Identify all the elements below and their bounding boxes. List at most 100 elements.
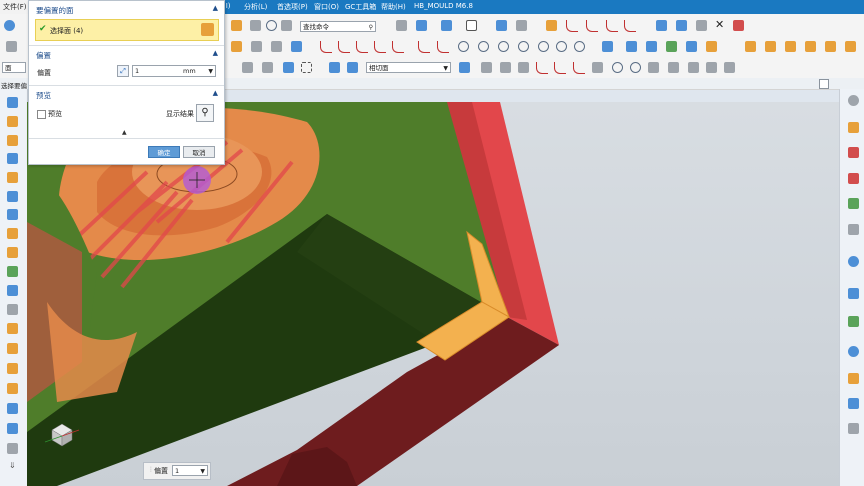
cancel-button[interactable]: 取消 [183,146,215,158]
surface-icon-1[interactable] [602,41,613,52]
mold-wizard-icon-7[interactable] [7,443,18,454]
circle-icon-5[interactable] [538,41,549,52]
layer-icon[interactable] [676,20,687,31]
type-filter-combo[interactable]: 面 [2,62,26,73]
hb-tool-icon-2[interactable] [848,147,859,158]
menu-file[interactable]: 文件(F) [0,0,30,14]
measure-icon[interactable] [656,20,667,31]
snap-icon[interactable] [231,20,242,31]
offset-value-field[interactable]: 1 mm ▼ [132,65,216,77]
curve-analysis-icon[interactable] [586,20,598,32]
sketch-line-icon[interactable] [320,41,332,53]
expand-more-icon[interactable]: ⇓ [9,461,16,470]
show-result-button[interactable]: ⚲ [196,104,214,122]
analysis-icon[interactable] [546,20,557,31]
circle-icon-2[interactable] [478,41,489,52]
sketch-arc-icon[interactable] [338,41,350,53]
snap-point-icon-5[interactable] [554,62,566,74]
hb-tool-icon-5[interactable] [848,224,859,235]
snap-point-icon-2[interactable] [500,62,511,73]
gear-icon[interactable] [848,95,859,106]
mold-wizard-icon-1[interactable] [7,323,18,334]
radius-icon[interactable] [624,20,636,32]
reverse-direction-icon[interactable]: ⤢ [117,65,129,77]
offset-section-header[interactable]: 偏置 ▲ [29,48,224,60]
render-style-icon[interactable] [416,20,427,31]
view-orient-icon[interactable] [496,20,507,31]
circle-icon-1[interactable] [458,41,469,52]
mold-wizard-icon-3[interactable] [7,363,18,374]
manufacturing-wizard-icon[interactable] [7,228,18,239]
hb-tool-icon-3[interactable] [848,173,859,184]
selection-filter-icon[interactable] [250,20,261,31]
revolve-icon[interactable] [251,41,262,52]
snap-settings-icon[interactable] [262,62,273,73]
mold-wizard-icon-6[interactable] [7,423,18,434]
snap-point-icon-10[interactable] [648,62,659,73]
curve-icon[interactable] [566,20,578,32]
snap-point-icon-1[interactable] [481,62,492,73]
search-icon[interactable]: ⚲ [369,22,373,33]
maximize-icon[interactable] [819,79,829,89]
palette-icon[interactable] [7,285,18,296]
snap-point-icon-7[interactable] [592,62,603,73]
preview-checkbox[interactable] [37,110,46,119]
roles-icon[interactable] [7,247,18,258]
hb-tool-icon-8[interactable] [848,316,859,327]
hb-tool-icon-7[interactable] [848,288,859,299]
mold-wizard-icon-5[interactable] [7,403,18,414]
collapse-icon[interactable]: ▲ [213,49,218,57]
circle-icon-6[interactable] [556,41,567,52]
mold-icon-4[interactable] [805,41,816,52]
hb-tool-icon-12[interactable] [848,423,859,434]
grid-icon[interactable] [396,20,407,31]
collapse-icon[interactable]: ▲ [213,89,218,97]
select-body-icon[interactable] [283,62,294,73]
face-rule-combo[interactable]: 相切面 ▼ [366,62,451,73]
arrow-right-icon[interactable] [459,62,470,73]
snap-point-icon-13[interactable] [706,62,717,73]
history-icon[interactable] [7,172,18,183]
snap-point-icon-6[interactable] [573,62,585,74]
select-face-icon[interactable] [329,62,340,73]
mold-wizard-icon-4[interactable] [7,383,18,394]
hole-icon[interactable] [271,41,282,52]
menu-hb-mould[interactable]: HB_MOULD M6.8 [414,2,473,10]
snap-point-icon-3[interactable] [518,62,529,73]
hb-tool-icon-10[interactable] [848,373,859,384]
circle-icon-3[interactable] [498,41,509,52]
part-nav-icon[interactable] [7,116,18,127]
face-selection-icon[interactable] [201,23,214,36]
surface-icon-5[interactable] [686,41,697,52]
snap-point-icon-11[interactable] [668,62,679,73]
more-options-chevron-icon[interactable]: ▲ [122,129,127,136]
menu-preferences[interactable]: 首选项(P) [277,2,308,12]
section-view-icon[interactable] [516,20,527,31]
reuse-library-icon[interactable] [7,153,18,164]
cylinder-icon[interactable] [7,304,18,315]
mold-icon-1[interactable] [745,41,756,52]
select-feature-icon[interactable] [347,62,358,73]
sketch-spline-icon[interactable] [356,41,368,53]
trim-curve-icon[interactable] [418,41,430,53]
system-scenes-icon[interactable] [7,266,18,277]
undo-select-icon[interactable] [242,62,253,73]
mold-wizard-icon-2[interactable] [7,343,18,354]
background-color-icon[interactable] [466,20,477,31]
boolean-icon[interactable] [291,41,302,52]
hb-tool-icon-4[interactable] [848,198,859,209]
circle-icon-7[interactable] [574,41,585,52]
process-studio-icon[interactable] [7,209,18,220]
ok-button[interactable]: 确定 [148,146,180,158]
surface-icon-2[interactable] [626,41,637,52]
hb-tool-icon-11[interactable] [848,398,859,409]
assembly-nav-icon[interactable] [7,97,18,108]
offset-screen-field[interactable]: 1 ▼ [172,465,208,476]
shaded-cube-icon[interactable] [441,20,452,31]
surface-icon-3[interactable] [646,41,657,52]
extend-curve-icon[interactable] [437,41,449,53]
command-finder-input[interactable]: 查找命令 ⚲ [300,21,376,32]
mold-icon-2[interactable] [765,41,776,52]
circle-icon-4[interactable] [518,41,529,52]
mold-icon-6[interactable] [845,41,856,52]
